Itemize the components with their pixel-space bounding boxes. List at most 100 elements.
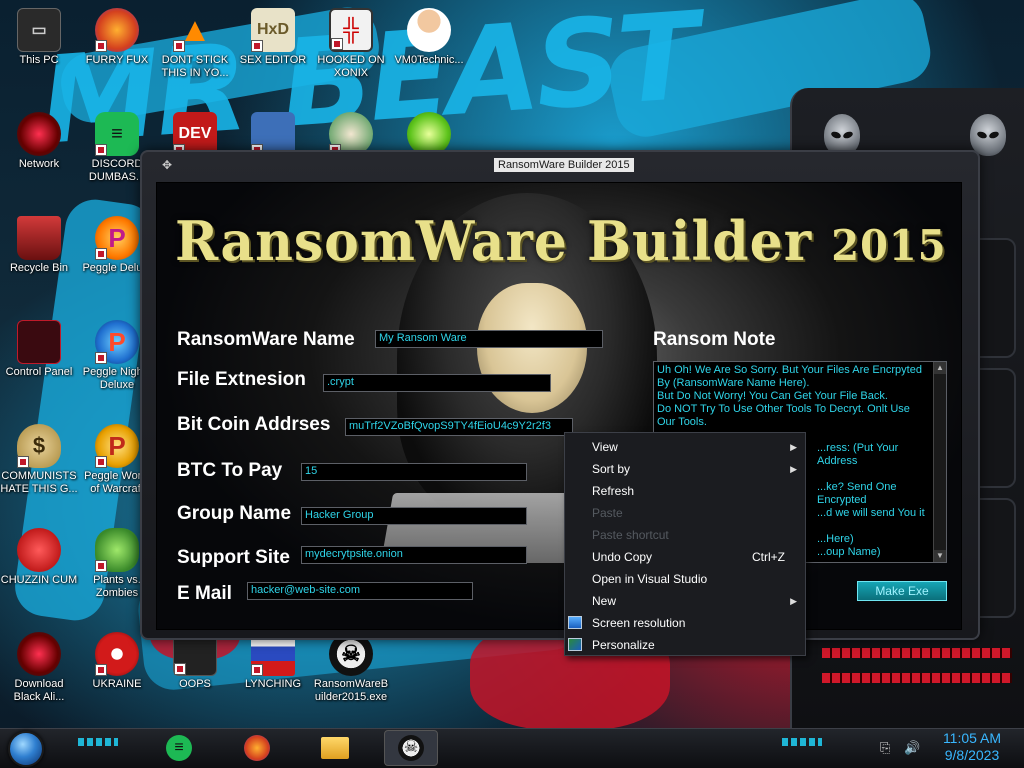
menu-item-view[interactable]: View ▶ [565, 436, 805, 458]
taskbar-decoration [78, 738, 118, 746]
note-line: Do NOT Try To Use Other Tools To Decryt.… [657, 403, 910, 428]
desktop-icon-sex-editor[interactable]: HxD SEX EDITOR [234, 8, 312, 67]
menu-item-refresh[interactable]: Refresh [565, 480, 805, 502]
file-extension-input[interactable]: .crypt [323, 374, 551, 392]
personalize-icon [568, 638, 582, 651]
desktop-icon-communists[interactable]: $ COMMUNISTS HATE THIS G... [0, 424, 78, 496]
desktop-icon-control-panel[interactable]: Control Panel [0, 320, 78, 379]
menu-item-personalize[interactable]: Personalize [565, 634, 805, 656]
taskbar-clock[interactable]: 11:05 AM 9/8/2023 [936, 730, 1008, 764]
support-site-input[interactable]: mydecrytpsite.onion [301, 546, 527, 564]
volume-icon[interactable]: 🔊 [904, 740, 920, 756]
email-input[interactable]: hacker@web-site.com [247, 582, 473, 600]
desktop-icon-label: SEX EDITOR [239, 54, 307, 66]
ransomware-name-input[interactable]: My Ransom Ware [375, 330, 603, 348]
scroll-down-arrow-icon[interactable]: ▼ [934, 550, 946, 562]
window-system-menu-icon[interactable]: ✥ [162, 158, 176, 172]
desktop-icon-label: FURRY FUX [85, 54, 149, 66]
recycle-bin-icon [17, 216, 61, 260]
taskbar-ransomware-builder-button[interactable]: ☠ [384, 730, 438, 766]
desktop-icon-dont-stick[interactable]: ▲ DONT STICK THIS IN YO... [156, 8, 234, 80]
menu-item-undo-copy[interactable]: Undo Copy Ctrl+Z [565, 546, 805, 568]
menu-item-open-in-visual-studio[interactable]: Open in Visual Studio [565, 568, 805, 590]
computer-icon: ▭ [17, 8, 61, 52]
ransomware-builder-window[interactable]: ✥ RansomWare Builder 2015 RansomWare Bui… [140, 150, 980, 640]
firefox-icon [95, 8, 139, 52]
doctor-icon [407, 8, 451, 52]
alien-head-icon [970, 114, 1006, 156]
clock-time: 11:05 AM [942, 730, 1002, 746]
support-site-label: Support Site [177, 547, 290, 568]
desktop-icon-label: OOPS [179, 678, 211, 690]
scroll-up-arrow-icon[interactable]: ▲ [934, 362, 946, 374]
note-scrollbar[interactable]: ▲ ▼ [933, 362, 946, 562]
menu-item-new[interactable]: New ▶ [565, 590, 805, 612]
guy-fawkes-mask-image [477, 283, 587, 413]
note-line: Uh Oh! We Are So Sorry. But Your Files A… [657, 364, 922, 389]
desktop-icon-this-pc[interactable]: ▭ This PC [0, 8, 78, 67]
alien-icon [17, 632, 61, 676]
desktop-icon-hooked-on-xonix[interactable]: ╬ HOOKED ON XONIX [312, 8, 390, 80]
desktop-icon-label: Download Black Ali... [13, 678, 65, 703]
panel-red-led-bar [822, 673, 1012, 683]
peggle-icon: P [95, 320, 139, 364]
menu-item-screen-resolution[interactable]: Screen resolution [565, 612, 805, 634]
panel-red-led-bar [822, 648, 1012, 658]
display-icon [568, 616, 582, 629]
desktop-icon-lynching[interactable]: LYNCHING [234, 632, 312, 691]
desktop-icon-furry-fux[interactable]: FURRY FUX [78, 8, 156, 67]
btc-to-pay-label: BTC To Pay [177, 460, 283, 481]
start-button[interactable] [8, 731, 44, 767]
file-extension-label: File Extnesion [177, 369, 306, 390]
desktop-icon-label: Recycle Bin [9, 262, 69, 274]
desktop-icon-label: This PC [19, 54, 59, 66]
menu-item-label: Paste shortcut [592, 528, 669, 542]
make-exe-button[interactable]: Make Exe [857, 581, 947, 601]
desktop-icon-chuzzin-cum[interactable]: CHUZZIN CUM [0, 528, 78, 587]
menu-item-label: Personalize [592, 638, 655, 652]
desktop-icon-label: LYNCHING [244, 678, 302, 690]
taskbar-decoration [782, 738, 822, 746]
desktop-icon-recycle-bin[interactable]: Recycle Bin [0, 216, 78, 275]
app-heading-main: RansomWare Builder [175, 209, 813, 274]
desktop-icon-label: Control Panel [5, 366, 73, 378]
desktop-icon-label: CHUZZIN CUM [0, 574, 78, 586]
network-tray-icon[interactable]: ⎘ [880, 740, 890, 756]
peggle-icon: P [95, 216, 139, 260]
taskbar-file-explorer-button[interactable] [308, 730, 362, 766]
bitcoin-address-label: Bit Coin Addrses [177, 414, 331, 435]
desktop-icon-label: COMMUNISTS HATE THIS G... [0, 470, 78, 495]
bitcoin-address-input[interactable]: muTrf2VZoBfQvopS9TY4fEioU4c9Y2r2f3 [345, 418, 573, 436]
desktop-icon-ukraine[interactable]: UKRAINE [78, 632, 156, 691]
chuzzle-icon [17, 528, 61, 572]
radiation-icon [95, 632, 139, 676]
desktop-icon-vm0technic[interactable]: VM0Technic... [390, 8, 468, 67]
desktop-icon-label: DONT STICK THIS IN YO... [161, 54, 229, 79]
group-name-label: Group Name [177, 503, 292, 524]
desktop-icon-ransomware-exe[interactable]: ☠ RansomWareBuilder2015.exe [312, 632, 390, 704]
group-name-input[interactable]: Hacker Group [301, 507, 527, 525]
submenu-arrow-icon: ▶ [790, 596, 797, 606]
file-explorer-icon [321, 737, 349, 759]
taskbar-firefox-button[interactable] [230, 730, 284, 766]
desktop-icon-label: RansomWareBuilder2015.exe [313, 678, 389, 703]
spotify-icon: ≡ [95, 112, 139, 156]
menu-item-label: New [592, 594, 617, 608]
menu-item-paste: Paste [565, 502, 805, 524]
window-titlebar[interactable]: ✥ RansomWare Builder 2015 [142, 152, 978, 180]
menu-item-paste-shortcut: Paste shortcut [565, 524, 805, 546]
menu-item-sort-by[interactable]: Sort by ▶ [565, 458, 805, 480]
network-icon [17, 112, 61, 156]
btc-to-pay-input[interactable]: 15 [301, 463, 527, 481]
desktop-context-menu[interactable]: View ▶ Sort by ▶ Refresh Paste Paste sho… [564, 432, 806, 656]
desktop-icon-network[interactable]: Network [0, 112, 78, 171]
desktop-icon-oops[interactable]: OOPS [156, 632, 234, 691]
desktop-icon-download-black-alien[interactable]: Download Black Ali... [0, 632, 78, 704]
spotify-icon: ≡ [166, 735, 192, 761]
vlc-cone-icon: ▲ [173, 8, 217, 52]
menu-item-label: Sort by [592, 462, 631, 476]
submenu-arrow-icon: ▶ [790, 442, 797, 452]
taskbar-spotify-button[interactable]: ≡ [152, 730, 206, 766]
desktop-icon-label: VM0Technic... [394, 54, 464, 66]
ransomware-name-label: RansomWare Name [177, 329, 355, 350]
